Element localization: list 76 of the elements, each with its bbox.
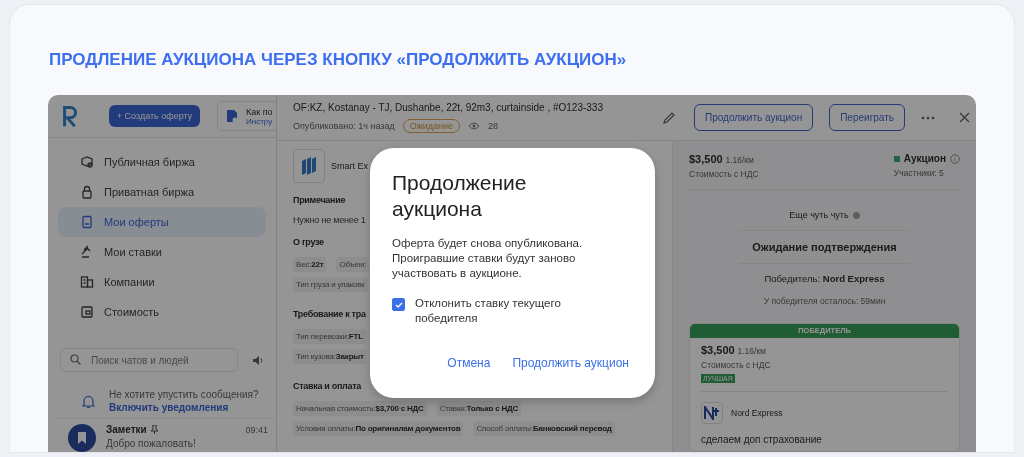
company-logo-icon	[293, 149, 325, 183]
search-field[interactable]: Поиск чатов и людей	[60, 348, 238, 373]
nav-item[interactable]: Приватная биржа	[58, 177, 266, 208]
eye-icon	[468, 122, 480, 130]
help-title: Как по	[246, 106, 273, 117]
chat-item[interactable]: Заметки 09:41 Добро пожаловать!	[48, 419, 276, 452]
nav-item[interactable]: Мои ставки	[58, 237, 266, 268]
help-link[interactable]: Инстру	[246, 116, 273, 126]
field-chip: Условия оплаты:По оригиналам документов	[293, 421, 464, 436]
info-icon	[950, 153, 960, 164]
action-button[interactable]: Продолжить аукцион	[694, 104, 814, 131]
almost-text: Еще чуть чуть	[789, 210, 849, 220]
action-button[interactable]: Переиграть	[829, 104, 905, 131]
field-chip: Начальная стоимость:$3,700 с НДС	[293, 401, 427, 416]
company-name: Smart Ex	[331, 161, 368, 171]
chat-message: Добро пожаловать!	[106, 438, 197, 449]
more-icon[interactable]	[921, 115, 935, 120]
notice-text: Не хотите упустить сообщения?	[109, 389, 259, 401]
view-count: 28	[488, 121, 498, 131]
field-chip: Тип груза и упаковк	[293, 277, 368, 292]
dialog-button[interactable]: Продолжить аукцион	[506, 352, 635, 374]
section-title: О грузе	[293, 237, 324, 247]
checkbox[interactable]	[392, 298, 405, 311]
company-logo-icon	[701, 402, 723, 424]
winner-text: Победитель: Nord Express	[763, 272, 886, 284]
close-icon[interactable]	[959, 112, 970, 123]
field-chip: Тип кузова:Закрыт	[293, 349, 367, 364]
page-heading: ПРОДЛЕНИЕ АУКЦИОНА ЧЕРЕЗ КНОПКУ «ПРОДОЛЖИТЬ АУКЦИОН»	[49, 50, 628, 71]
price: $3,500	[689, 153, 723, 165]
field-chip: Тип перевозки:FTL	[293, 329, 366, 344]
logo-icon	[62, 105, 79, 128]
field-chip: Способ оплаты:Банковский перевод	[473, 421, 615, 436]
enable-notifications-link[interactable]: Включить уведомления	[109, 402, 259, 414]
bell-icon	[82, 393, 95, 409]
document-icon	[226, 109, 238, 124]
speaker-icon[interactable]	[252, 354, 264, 366]
nav-item[interactable]: Стоимость	[58, 297, 266, 328]
price-per-km: 1.16/км	[725, 155, 754, 165]
bid-note: Стоимость с НДС	[701, 360, 772, 370]
offer-title: OF:KZ, Kostanay - TJ, Dushanbe, 22t, 92m3, curtainside , #O123-333	[293, 102, 604, 113]
box-icon	[80, 155, 94, 170]
bid-price: $3,500	[701, 344, 735, 356]
section-title: Ставка и оплата	[293, 381, 362, 391]
dialog-text: Оферта будет снова опубликована. Проигравшие ставки будут заново участвовать в аукционе.	[392, 236, 584, 281]
checkmark-icon	[394, 301, 403, 308]
waiting-status: Ожидание подтверждения	[739, 231, 910, 264]
published-time: Опубликовано: 1ч назад	[293, 121, 395, 131]
section-title: Требование к тра	[293, 309, 366, 319]
bid-per-km: 1.16/км	[737, 346, 766, 356]
bid-comment: сделаем доп страхование	[701, 434, 823, 445]
participants: Участники: 5	[893, 168, 945, 178]
field-chip: Вес:22т	[293, 257, 327, 272]
chat-name: Заметки	[106, 424, 147, 435]
pencil-icon[interactable]	[663, 111, 676, 124]
dialog-button[interactable]: Отмена	[441, 352, 497, 374]
price-note: Стоимость с НДС	[689, 169, 759, 179]
nav-item[interactable]: Компании	[58, 267, 266, 298]
nav-item[interactable]: Публичная биржа	[58, 147, 266, 178]
note-text: Нужно не менее 1	[293, 215, 366, 225]
chat-time: 09:41	[245, 424, 268, 435]
auction-mode: Аукцион	[903, 153, 946, 164]
nav-item[interactable]: Мои оферты	[58, 207, 266, 238]
field-chip: Ставки:Только с НДС	[436, 401, 522, 416]
wallet-icon	[80, 305, 94, 320]
lock-icon	[80, 185, 94, 200]
remaining-time: У победителя осталось: 59мин	[762, 295, 887, 306]
search-icon	[70, 354, 81, 366]
create-offer-button[interactable]: + Создать оферту	[109, 105, 200, 128]
dialog-title: Продолжение аукциона	[392, 170, 528, 222]
document-icon	[80, 215, 94, 230]
help-card[interactable]: Как по Инстру	[217, 101, 276, 132]
building-icon	[80, 275, 94, 290]
section-title: Примечание	[293, 195, 346, 205]
field-chip: Объем:	[336, 257, 369, 272]
checkbox-label: Отклонить ставку текущего победителя	[415, 296, 562, 326]
winner-company: Nord Express	[731, 408, 783, 418]
